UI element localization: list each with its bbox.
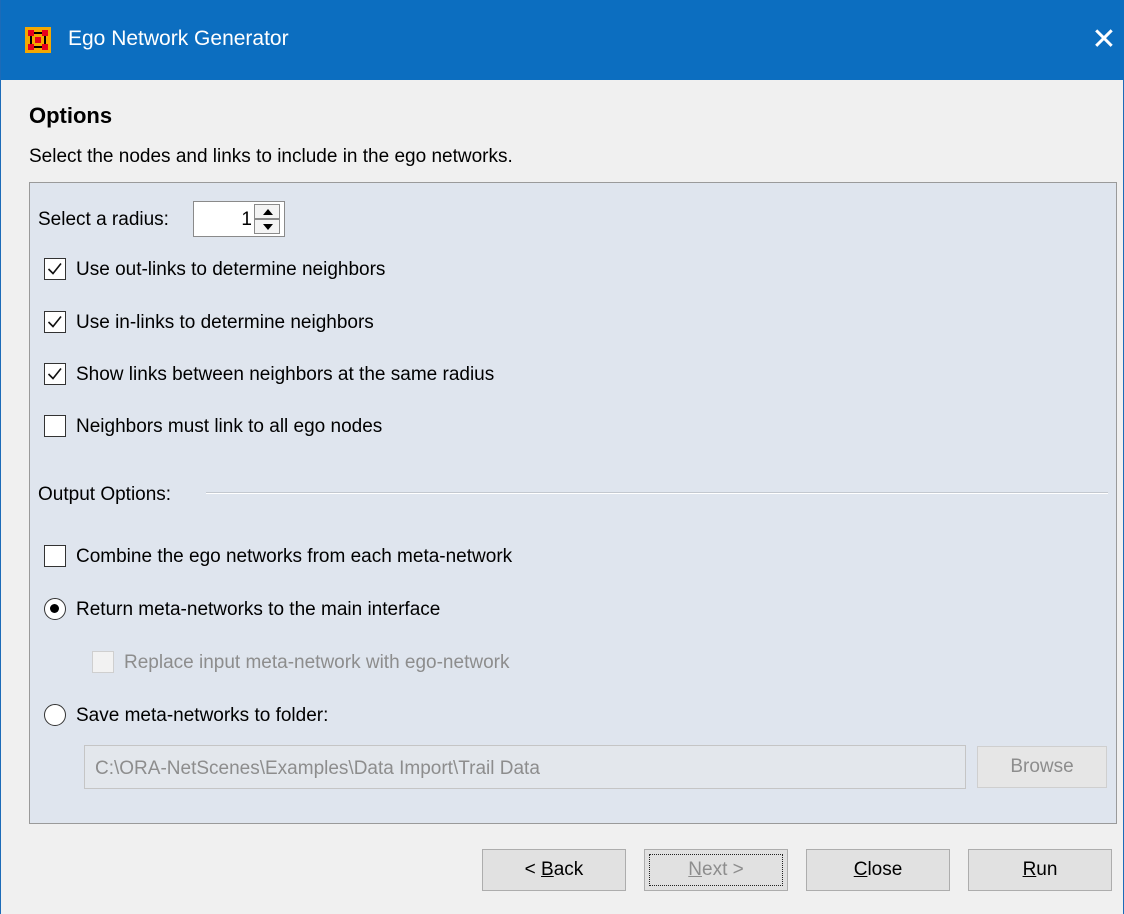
options-panel: Select a radius: 1 Use out-links to dete… [29,182,1117,824]
next-button: Next > [644,849,788,891]
dialog-window: Ego Network Generator ✕ Options Select t… [0,0,1124,914]
radius-label: Select a radius: [38,209,169,230]
checkbox-box[interactable] [44,363,66,385]
radius-value[interactable]: 1 [194,209,252,231]
folder-path-text: C:\ORA-NetScenes\Examples\Data Import\Tr… [95,758,540,779]
run-rest: un [1036,859,1058,880]
checkbox-box[interactable] [44,311,66,333]
radio-button[interactable] [44,598,66,620]
back-rest: ack [553,859,584,880]
checkmark-icon [47,316,62,328]
checkmark-icon [47,368,62,380]
options-description: Select the nodes and links to include in… [29,146,513,167]
checkbox-box[interactable] [44,415,66,437]
checkbox-label: Combine the ego networks from each meta-… [76,546,513,567]
radius-spinner[interactable]: 1 [193,201,285,237]
ora-grid-icon [25,27,51,53]
section-divider [206,492,1108,494]
checkbox-box[interactable] [44,258,66,280]
radio-button[interactable] [44,704,66,726]
run-mnemonic: R [1022,859,1037,880]
spinner-up-button[interactable] [254,204,280,219]
checkbox-box[interactable] [44,545,66,567]
close-window-button[interactable]: ✕ [1089,22,1119,58]
folder-path-field: C:\ORA-NetScenes\Examples\Data Import\Tr… [84,745,966,789]
options-heading: Options [29,103,113,128]
checkbox-label: Use in-links to determine neighbors [76,312,374,333]
checkmark-icon [47,263,62,275]
checkbox-box [92,651,114,673]
close-mnemonic: C [853,859,868,880]
back-button[interactable]: < Back [482,849,626,891]
checkbox-label: Show links between neighbors at the same… [76,364,495,385]
back-mnemonic: B [541,859,554,880]
title-bar: Ego Network Generator ✕ [1,0,1124,80]
spinner-down-button[interactable] [254,219,280,234]
window-title: Ego Network Generator [68,27,289,50]
arrow-up-icon [263,209,273,215]
checkbox-label: Neighbors must link to all ego nodes [76,416,383,437]
checkbox-label: Use out-links to determine neighbors [76,259,386,280]
radio-label: Save meta-networks to folder: [76,705,329,726]
run-button[interactable]: Run [968,849,1112,891]
back-prefix: < [524,859,542,880]
focus-ring [649,854,783,886]
checkbox-label: Replace input meta-network with ego-netw… [124,652,510,673]
arrow-down-icon [263,224,273,230]
radio-label: Return meta-networks to the main interfa… [76,599,441,620]
output-options-label: Output Options: [38,484,172,505]
close-rest: lose [867,859,903,880]
browse-button: Browse [977,746,1107,788]
close-button[interactable]: Close [806,849,950,891]
radio-selected-dot [50,604,59,613]
